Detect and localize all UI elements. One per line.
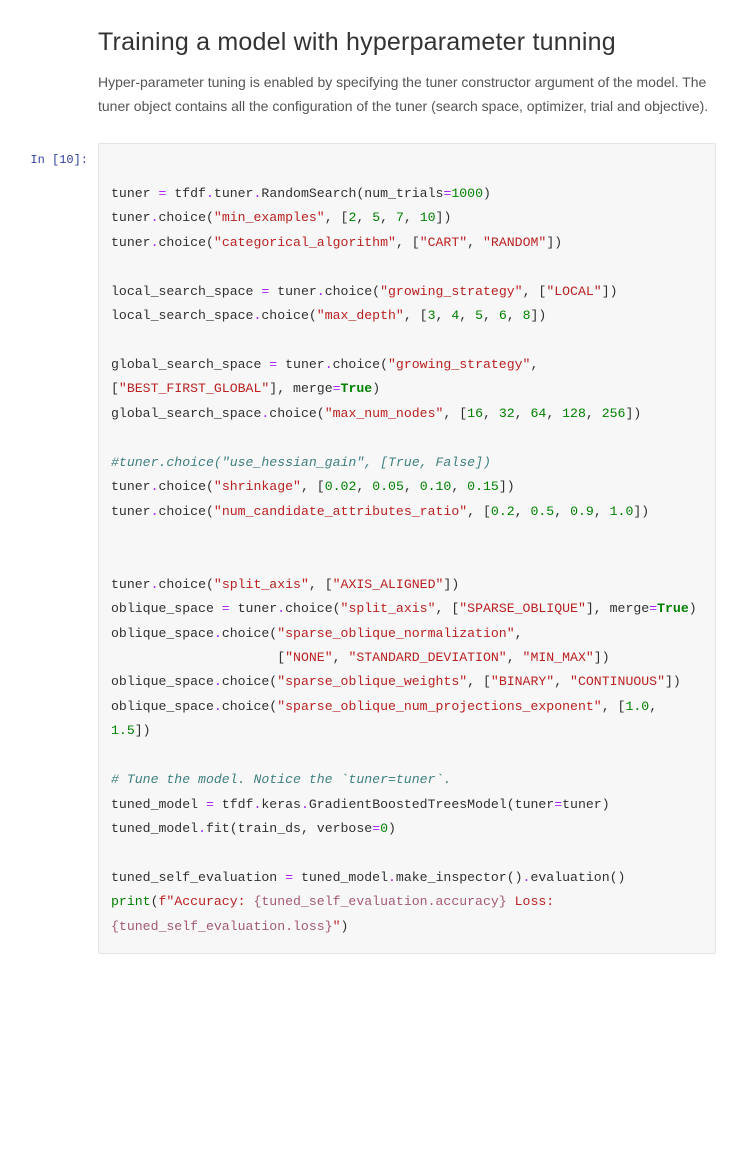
code-line: oblique_space.choice("sparse_oblique_num… [111, 699, 665, 738]
section-description: Hyper-parameter tuning is enabled by spe… [98, 71, 716, 119]
code-line: oblique_space.choice("sparse_oblique_nor… [111, 626, 523, 641]
code-line: oblique_space = tuner.choice("split_axis… [111, 601, 697, 616]
notebook-page: Training a model with hyperparameter tun… [0, 0, 736, 974]
code-line: tuner.choice("shrinkage", [0.02, 0.05, 0… [111, 479, 515, 494]
code-line: tuner.choice("split_axis", ["AXIS_ALIGNE… [111, 577, 459, 592]
code-line: tuner = tfdf.tuner.RandomSearch(num_tria… [111, 186, 491, 201]
code-line: local_search_space = tuner.choice("growi… [111, 284, 618, 299]
input-prompt: In [10]: [0, 143, 98, 955]
code-line: tuned_self_evaluation = tuned_model.make… [111, 870, 625, 885]
section-heading: Training a model with hyperparameter tun… [98, 28, 716, 57]
code-line: tuner.choice("num_candidate_attributes_r… [111, 504, 649, 519]
code-line: ["NONE", "STANDARD_DEVIATION", "MIN_MAX"… [111, 650, 610, 665]
code-line: tuned_model = tfdf.keras.GradientBoosted… [111, 797, 610, 812]
code-input-area[interactable]: tuner = tfdf.tuner.RandomSearch(num_tria… [98, 143, 716, 955]
code-line: global_search_space.choice("max_num_node… [111, 406, 641, 421]
markdown-cell: Training a model with hyperparameter tun… [0, 28, 736, 119]
code-line: local_search_space.choice("max_depth", [… [111, 308, 546, 323]
code-line: print(f"Accuracy: {tuned_self_evaluation… [111, 894, 554, 933]
code-line: tuner.choice("min_examples", [2, 5, 7, 1… [111, 210, 451, 225]
code-line: oblique_space.choice("sparse_oblique_wei… [111, 674, 681, 689]
code-comment: #tuner.choice("use_hessian_gain", [True,… [111, 455, 491, 470]
code-line: global_search_space = tuner.choice("grow… [111, 357, 546, 396]
code-comment: # Tune the model. Notice the `tuner=tune… [111, 772, 451, 787]
code-line: tuned_model.fit(train_ds, verbose=0) [111, 821, 396, 836]
code-line: tuner.choice("categorical_algorithm", ["… [111, 235, 562, 250]
code-cell: In [10]: tuner = tfdf.tuner.RandomSearch… [0, 143, 736, 955]
